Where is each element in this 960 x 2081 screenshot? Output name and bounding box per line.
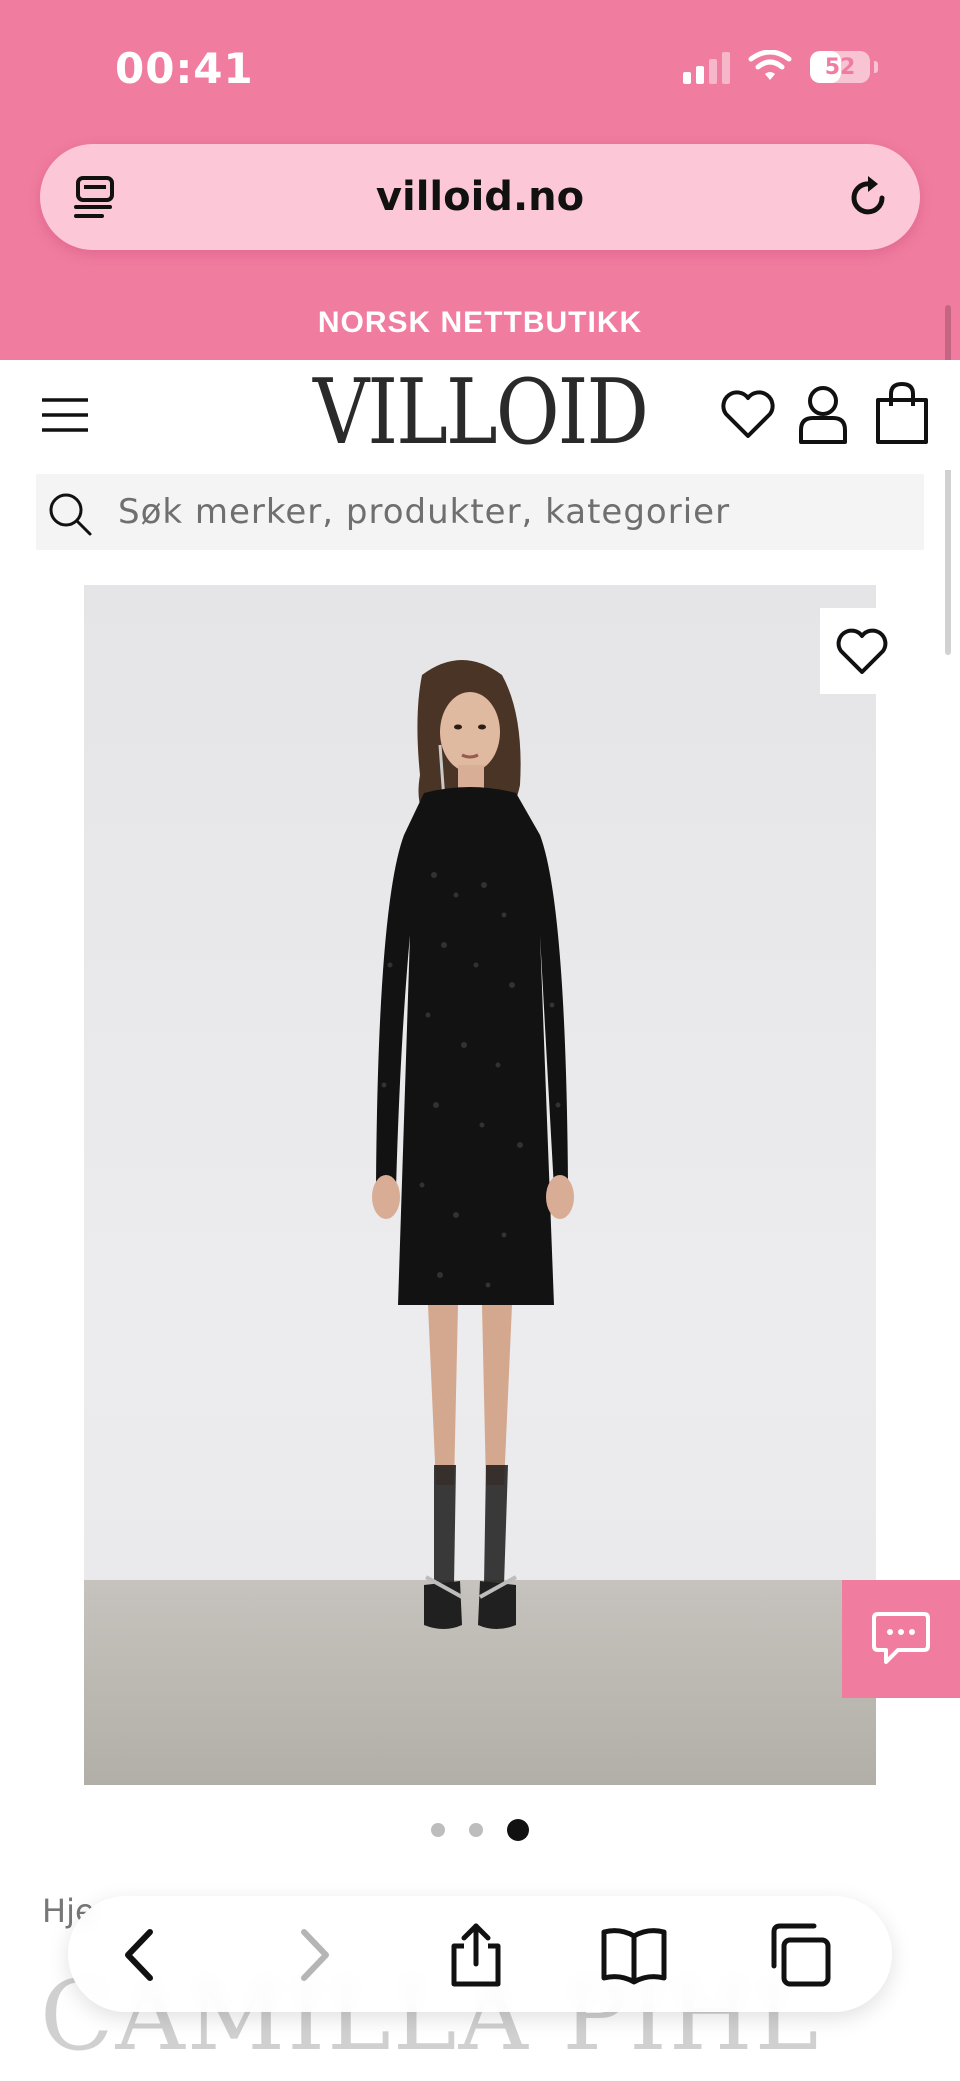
menu-icon[interactable] (40, 390, 90, 440)
gallery-dot[interactable] (469, 1823, 483, 1837)
search-input[interactable] (118, 474, 898, 550)
favorite-button[interactable] (820, 608, 904, 694)
search-box[interactable] (36, 474, 924, 550)
product-image[interactable] (84, 585, 876, 1785)
status-bar: 00:41 52 (0, 0, 960, 140)
store-header: VILLOID (0, 360, 960, 470)
heart-icon (836, 628, 888, 674)
bookmarks-icon (601, 1928, 667, 1985)
browser-toolbar (68, 1896, 892, 2012)
forward-icon (301, 1929, 329, 1981)
status-icons: 52 (683, 50, 878, 84)
address-bar[interactable]: villoid.no (40, 144, 920, 250)
battery-icon: 52 (810, 51, 870, 83)
gallery-dot[interactable] (431, 1823, 445, 1837)
reload-icon[interactable] (842, 172, 894, 224)
search-icon (49, 493, 92, 536)
battery-nub (874, 61, 878, 73)
back-icon (125, 1929, 153, 1981)
url-text[interactable]: villoid.no (40, 144, 920, 250)
forward-button[interactable] (278, 1922, 346, 1988)
account-icon[interactable] (795, 384, 851, 446)
gallery-dot-active[interactable] (507, 1819, 529, 1841)
bookmarks-button[interactable] (600, 1922, 668, 1988)
cellular-signal-icon (683, 50, 730, 84)
gallery-pagination (0, 1818, 960, 1842)
chat-button[interactable] (842, 1580, 960, 1698)
wifi-icon (748, 50, 792, 80)
model-photo (372, 660, 574, 1629)
wishlist-icon[interactable] (718, 384, 778, 444)
tabs-icon (771, 1923, 831, 1987)
bag-icon[interactable] (874, 380, 930, 446)
share-icon (451, 1923, 501, 1987)
tabs-button[interactable] (766, 1922, 834, 1988)
status-time: 00:41 (115, 44, 254, 93)
announcement-banner: NORSK NETTBUTIKK (317, 306, 643, 339)
scrollbar[interactable] (945, 305, 951, 655)
chat-icon (872, 1612, 930, 1664)
share-button[interactable] (442, 1922, 510, 1988)
back-button[interactable] (108, 1922, 176, 1988)
store-logo[interactable]: VILLOID (300, 361, 660, 465)
battery-level: 52 (824, 54, 856, 80)
